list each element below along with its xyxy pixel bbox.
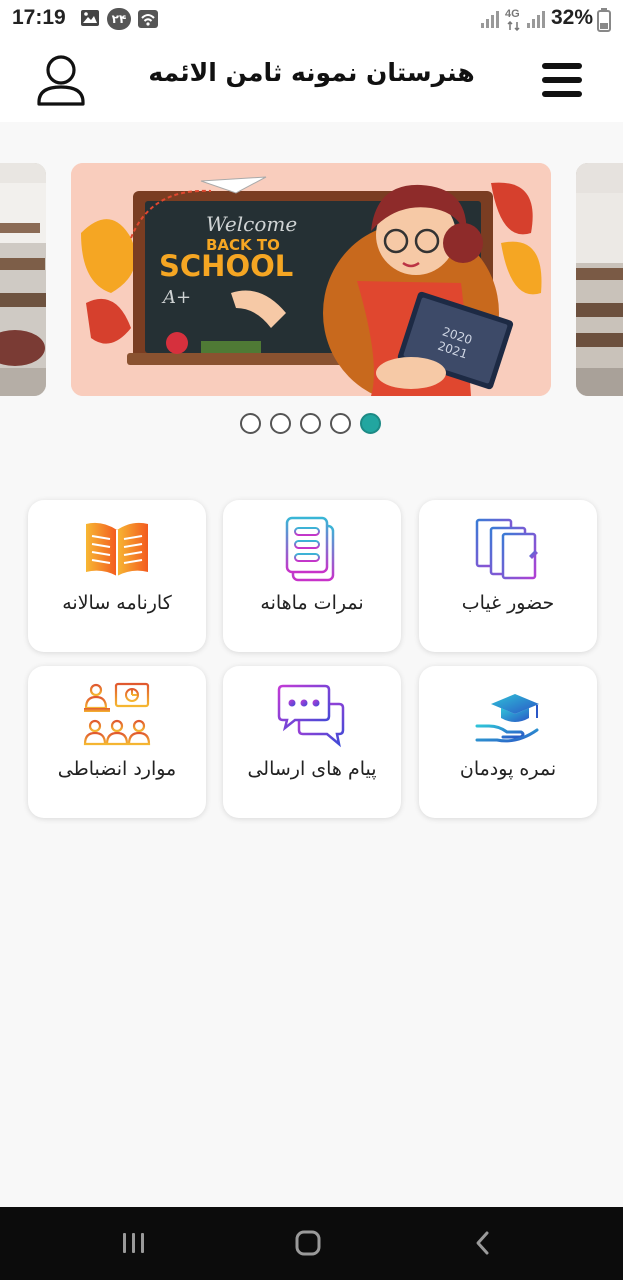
annual-report-card[interactable]: کارنامه سالانه <box>28 500 206 652</box>
discipline-label: موارد انضباطی <box>57 758 177 780</box>
banner-school-text: SCHOOL <box>159 249 293 283</box>
classroom-photo-right[interactable] <box>576 163 623 396</box>
image-carousel[interactable]: Welcome BACK TO SCHOOL A+ 2020 2021 <box>0 122 623 452</box>
monthly-grades-list-icon <box>285 516 335 582</box>
system-navigation-bar <box>0 1207 623 1280</box>
carousel-dot[interactable] <box>300 413 321 434</box>
status-time: 17:19 <box>12 6 66 29</box>
discipline-card[interactable]: موارد انضباطی <box>28 666 206 818</box>
page-title: هنرستان نمونه ثامن الائمه <box>148 58 475 87</box>
banner-welcome-text: Welcome <box>206 212 297 236</box>
app-header: هنرستان نمونه ثامن الائمه <box>0 38 623 122</box>
carousel-pagination <box>240 413 385 435</box>
banner-grade-text: A+ <box>161 287 191 308</box>
notification-badge-count: ۲۴ <box>111 12 127 26</box>
monthly-grades-card[interactable]: نمرات ماهانه <box>223 500 401 652</box>
badge-icon: ۲۴ <box>107 8 131 30</box>
attendance-documents-icon <box>475 518 538 580</box>
back-to-school-banner[interactable]: Welcome BACK TO SCHOOL A+ 2020 2021 <box>71 163 551 396</box>
signal-icon <box>481 11 499 28</box>
wifi-icon <box>138 10 158 28</box>
status-bar: 17:19 ۲۴ 4G 32% <box>0 0 623 38</box>
menu-icon <box>542 63 582 69</box>
discipline-class-icon <box>83 682 151 746</box>
recents-icon[interactable] <box>120 1231 148 1255</box>
sent-messages-chat-icon <box>277 684 345 748</box>
image-icon <box>81 10 99 26</box>
carousel-dot[interactable] <box>270 413 291 434</box>
battery-icon <box>597 8 611 32</box>
back-icon[interactable] <box>472 1229 494 1257</box>
carousel-dot[interactable] <box>240 413 261 434</box>
annual-report-book-icon <box>86 522 148 576</box>
sent-messages-label: پیام های ارسالی <box>247 758 377 780</box>
home-icon[interactable] <box>294 1229 322 1257</box>
carousel-dot-active[interactable] <box>360 413 381 434</box>
annual-report-label: کارنامه سالانه <box>62 592 172 614</box>
carousel-dot[interactable] <box>330 413 351 434</box>
user-icon <box>37 55 85 106</box>
menu-button[interactable] <box>538 60 586 100</box>
attendance-card[interactable]: حضور غیاب <box>419 500 597 652</box>
signal-4g-icon <box>507 21 520 31</box>
battery-percentage: 32% <box>550 6 593 29</box>
module-grade-label: نمره پودمان <box>459 758 557 780</box>
module-grade-graduation-icon <box>475 694 539 743</box>
sent-messages-card[interactable]: پیام های ارسالی <box>223 666 401 818</box>
network-type-label: 4G <box>505 8 520 20</box>
monthly-grades-label: نمرات ماهانه <box>260 592 364 614</box>
profile-button[interactable] <box>34 52 88 108</box>
attendance-label: حضور غیاب <box>461 592 555 614</box>
module-grade-card[interactable]: نمره پودمان <box>419 666 597 818</box>
signal-icon <box>527 11 545 28</box>
classroom-photo-left[interactable] <box>0 163 46 396</box>
